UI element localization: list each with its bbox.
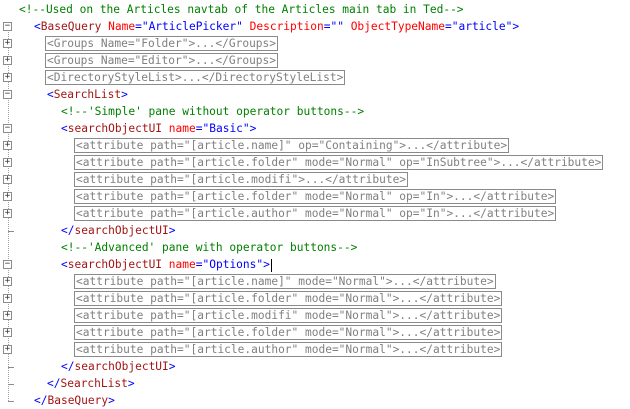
xml-punctuation: =" <box>135 20 149 33</box>
xml-punctuation: =" <box>444 20 459 33</box>
code-line[interactable]: <attribute path="[article.folder" mode="… <box>74 324 503 341</box>
tag-name: searchObjectUI <box>74 224 169 237</box>
xml-punctuation: =" <box>195 122 210 135</box>
xml-punctuation: > <box>168 360 176 373</box>
collapsed-block[interactable]: <attribute path="[article.author" mode="… <box>74 206 557 221</box>
code-line[interactable]: </searchObjectUI> <box>61 222 176 239</box>
tag-name <box>162 258 169 271</box>
code-line[interactable]: </BaseQuery> <box>34 392 115 409</box>
code-line[interactable]: <!--'Advanced' pane with operator button… <box>61 239 357 256</box>
code-area[interactable]: <!--Used on the Articles navtab of the A… <box>0 0 630 407</box>
code-line[interactable]: </searchObjectUI> <box>61 358 176 375</box>
tag-name: BaseQuery <box>47 394 109 407</box>
collapsed-block[interactable]: <attribute path="[article.name]" op="Con… <box>74 138 510 153</box>
code-line[interactable]: </SearchList> <box>47 375 135 392</box>
code-line[interactable]: <attribute path="[article.author" mode="… <box>74 341 503 358</box>
code-line[interactable]: <searchObjectUI name="Options"> <box>61 256 272 273</box>
tag-name: SearchList <box>53 88 122 101</box>
xml-punctuation: < <box>47 88 54 101</box>
collapsed-block[interactable]: <attribute path="[article.name]" mode="N… <box>74 274 496 289</box>
code-line[interactable]: <Groups Name="Editor">...</Groups> <box>45 52 279 69</box>
code-line[interactable]: <attribute path="[article.folder" mode="… <box>74 154 604 171</box>
tag-name: searchObjectUI <box>67 122 163 135</box>
tag-name <box>243 20 250 33</box>
code-line[interactable]: <attribute path="[article.modifi">...</a… <box>74 171 409 188</box>
xml-punctuation: </ <box>61 224 75 237</box>
xml-punctuation: > <box>121 88 128 101</box>
attribute-value: ArticlePicker <box>148 20 237 33</box>
code-line[interactable]: <!--'Simple' pane without operator butto… <box>61 103 364 120</box>
collapsed-block[interactable]: <attribute path="[article.folder" mode="… <box>74 325 503 340</box>
xml-punctuation: ="" <box>323 20 344 33</box>
xml-comment: <!--'Advanced' pane with operator button… <box>61 241 358 254</box>
tag-name: searchObjectUI <box>74 360 169 373</box>
collapsed-block[interactable]: <attribute path="[article.folder" mode="… <box>74 189 557 204</box>
code-line[interactable]: <attribute path="[article.folder" mode="… <box>74 188 557 205</box>
xml-punctuation: "> <box>256 258 270 271</box>
attribute-name: Description <box>249 20 324 33</box>
collapsed-block[interactable]: <attribute path="[article.folder" mode="… <box>74 155 604 170</box>
xml-punctuation: </ <box>47 377 61 390</box>
xml-comment: <!--'Simple' pane without operator butto… <box>61 105 365 118</box>
code-line[interactable]: <attribute path="[article.modifi" mode="… <box>74 307 503 324</box>
collapsed-block[interactable]: <DirectoryStyleList>...</DirectoryStyleL… <box>45 70 346 85</box>
xml-punctuation: < <box>34 20 41 33</box>
code-line[interactable]: <attribute path="[article.name]" mode="N… <box>74 273 496 290</box>
tag-name: BaseQuery <box>40 20 102 33</box>
code-line[interactable]: <searchObjectUI name="Basic"> <box>61 120 256 137</box>
code-line[interactable]: <!--Used on the Articles navtab of the A… <box>19 1 464 18</box>
xml-punctuation: </ <box>61 360 75 373</box>
code-line[interactable]: <attribute path="[article.name]" op="Con… <box>74 137 510 154</box>
collapsed-block[interactable]: <attribute path="[article.folder" mode="… <box>74 291 503 306</box>
tag-name: SearchList <box>60 377 128 390</box>
code-line[interactable]: <BaseQuery Name="ArticlePicker" Descript… <box>34 18 519 35</box>
xml-editor[interactable]: − + + + − − + + + + + − + + + + + <!--Used on the Articl… <box>0 0 630 407</box>
xml-punctuation: > <box>168 224 176 237</box>
attribute-name: name <box>168 258 196 271</box>
code-line[interactable]: <DirectoryStyleList>...</DirectoryStyleL… <box>45 69 346 86</box>
collapsed-block[interactable]: <attribute path="[article.modifi" mode="… <box>74 308 503 323</box>
code-line[interactable]: <attribute path="[article.folder" mode="… <box>74 290 503 307</box>
tag-name <box>162 122 169 135</box>
text-cursor <box>270 258 272 272</box>
xml-punctuation: "> <box>505 20 520 33</box>
collapsed-block[interactable]: <attribute path="[article.modifi">...</a… <box>74 172 409 187</box>
code-line[interactable]: <SearchList> <box>47 86 128 103</box>
xml-punctuation: "> <box>242 122 257 135</box>
xml-punctuation: =" <box>195 258 210 271</box>
xml-comment: <!--Used on the Articles navtab of the A… <box>19 3 464 16</box>
collapsed-block[interactable]: <Groups Name="Folder">...</Groups> <box>45 36 279 51</box>
xml-punctuation: < <box>61 258 68 271</box>
code-line[interactable]: <attribute path="[article.author" mode="… <box>74 205 557 222</box>
attribute-value: Options <box>209 258 257 271</box>
collapsed-block[interactable]: <Groups Name="Editor">...</Groups> <box>45 53 279 68</box>
xml-punctuation: " <box>236 20 243 33</box>
xml-punctuation: </ <box>34 394 48 407</box>
xml-punctuation: < <box>61 122 68 135</box>
attribute-value: Basic <box>209 122 243 135</box>
code-line[interactable]: <Groups Name="Folder">...</Groups> <box>45 35 279 52</box>
tag-name <box>344 20 351 33</box>
xml-punctuation: > <box>127 377 135 390</box>
attribute-name: ObjectTypeName <box>350 20 445 33</box>
tag-name: searchObjectUI <box>67 258 163 271</box>
collapsed-block[interactable]: <attribute path="[article.author" mode="… <box>74 342 503 357</box>
attribute-value: article <box>458 20 506 33</box>
xml-punctuation: > <box>108 394 115 407</box>
attribute-name: Name <box>108 20 136 33</box>
attribute-name: name <box>168 122 196 135</box>
